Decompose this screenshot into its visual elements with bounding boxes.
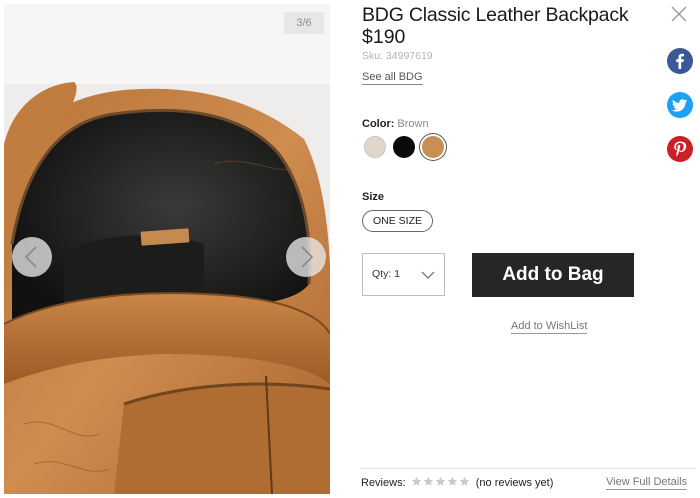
size-label: Size <box>362 191 385 203</box>
reviews-summary: Reviews: (no reviews yet) <box>361 476 553 490</box>
see-all-brand-link[interactable]: See all BDG <box>362 71 423 85</box>
twitter-icon <box>672 99 687 112</box>
star-icon <box>411 476 421 486</box>
add-to-wishlist-link[interactable]: Add to WishList <box>511 320 588 334</box>
color-label: Color: Brown <box>362 118 429 130</box>
star-icon <box>459 476 469 486</box>
size-option-button[interactable]: ONE SIZE <box>362 210 433 232</box>
color-swatch-cream[interactable] <box>364 136 386 158</box>
star-icon <box>447 476 457 486</box>
star-icon <box>423 476 433 486</box>
chevron-right-icon <box>301 246 314 268</box>
close-icon <box>671 6 687 22</box>
quantity-value: Qty: 1 <box>372 268 401 280</box>
star-rating <box>411 476 471 490</box>
color-swatch-brown[interactable] <box>422 136 444 158</box>
divider <box>360 468 696 469</box>
color-swatch-black[interactable] <box>393 136 415 158</box>
facebook-icon <box>676 53 684 69</box>
reviews-count: (no reviews yet) <box>475 477 554 489</box>
product-title: BDG Classic Leather Backpack <box>362 4 629 26</box>
reviews-label: Reviews: <box>361 477 406 489</box>
image-counter: 3/6 <box>284 12 324 34</box>
twitter-share-button[interactable] <box>667 92 693 118</box>
selected-color-value: Brown <box>397 118 429 130</box>
previous-image-button[interactable] <box>12 237 52 277</box>
product-price: $190 <box>362 26 406 48</box>
close-button[interactable] <box>670 5 688 23</box>
quantity-select[interactable]: Qty: 1 <box>362 253 445 296</box>
pinterest-icon <box>674 141 687 157</box>
product-image-gallery: 3/6 <box>4 4 330 494</box>
next-image-button[interactable] <box>286 237 326 277</box>
product-photo <box>4 4 330 494</box>
color-label-text: Color: <box>362 118 395 130</box>
facebook-share-button[interactable] <box>667 48 693 74</box>
product-sku: Sku: 34997619 <box>362 50 433 62</box>
star-icon <box>435 476 445 486</box>
add-to-bag-button[interactable]: Add to Bag <box>472 253 634 297</box>
pinterest-share-button[interactable] <box>667 136 693 162</box>
view-full-details-link[interactable]: View Full Details <box>606 476 688 490</box>
chevron-left-icon <box>24 246 37 268</box>
chevron-down-icon <box>420 269 436 281</box>
